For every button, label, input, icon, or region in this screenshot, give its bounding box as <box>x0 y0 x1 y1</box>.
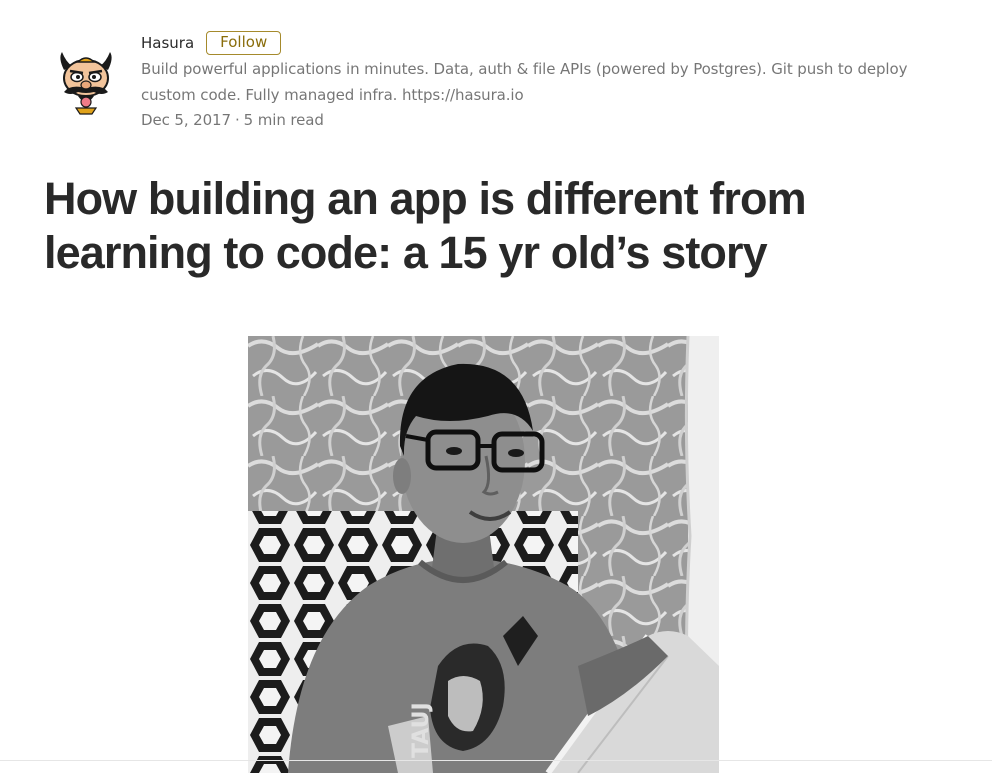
hero-image[interactable]: TAUJ <box>248 336 719 773</box>
hero-photo: TAUJ <box>248 336 719 773</box>
post-date[interactable]: Dec 5, 2017 <box>141 111 231 129</box>
divider <box>0 760 992 761</box>
post-meta: Dec 5, 2017 · 5 min read <box>141 108 921 132</box>
article-title: How building an app is different from le… <box>44 173 807 278</box>
author-info: Hasura Follow Build powerful application… <box>141 30 921 132</box>
hasura-mascot-icon <box>60 52 112 115</box>
read-time: 5 min read <box>243 111 324 129</box>
meta-separator: · <box>234 111 240 129</box>
author-row: Hasura Follow <box>141 30 921 56</box>
author-bio: Build powerful applications in minutes. … <box>141 60 908 104</box>
follow-button[interactable]: Follow <box>206 31 282 55</box>
author-avatar[interactable] <box>56 50 116 116</box>
shirt-text: TAUJ <box>409 702 434 758</box>
article-page: Hasura Follow Build powerful application… <box>0 0 992 773</box>
author-name-link[interactable]: Hasura <box>141 34 194 52</box>
